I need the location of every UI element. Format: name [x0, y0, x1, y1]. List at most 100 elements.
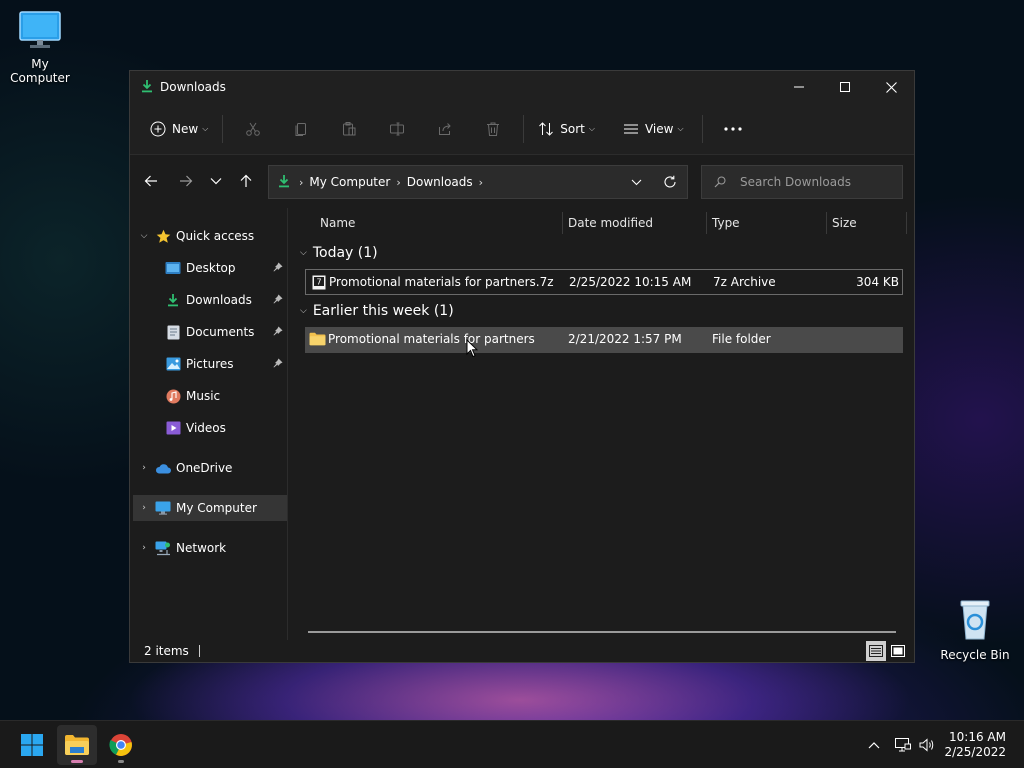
minimize-button[interactable] [776, 71, 822, 103]
expand-chevron-icon[interactable]: › [133, 503, 155, 513]
sidebar-item-music[interactable]: Music [133, 383, 287, 409]
sidebar-item-pictures[interactable]: Pictures [133, 351, 287, 377]
toolbar-separator [523, 114, 525, 143]
column-divider[interactable] [562, 212, 563, 234]
expand-chevron-icon[interactable]: › [133, 463, 155, 473]
recent-locations-button[interactable] [201, 166, 231, 196]
more-options-button[interactable] [709, 113, 757, 145]
refresh-button[interactable] [653, 166, 687, 198]
sidebar-item-desktop[interactable]: Desktop [133, 255, 287, 281]
paste-button[interactable] [325, 113, 373, 145]
show-hidden-icons-button[interactable] [864, 741, 884, 749]
breadcrumb-downloads[interactable]: Downloads [407, 175, 473, 189]
column-divider[interactable] [906, 212, 907, 234]
mouse-cursor-icon [466, 338, 479, 361]
pin-icon [273, 358, 283, 371]
title-bar[interactable]: Downloads [130, 71, 914, 103]
music-icon [165, 388, 181, 404]
taskbar-file-explorer[interactable] [57, 725, 97, 765]
chevron-down-icon: ⌵ [588, 123, 595, 133]
column-divider[interactable] [706, 212, 707, 234]
refresh-icon [664, 175, 676, 188]
sidebar-item-documents[interactable]: Documents [133, 319, 287, 345]
start-button[interactable] [12, 725, 52, 765]
tiles-view-button[interactable] [888, 641, 908, 661]
sidebar-item-downloads[interactable]: Downloads [133, 287, 287, 313]
copy-button[interactable] [277, 113, 325, 145]
cloud-icon [155, 460, 171, 476]
new-button[interactable]: New ⌵ [142, 113, 216, 145]
column-header-size[interactable]: Size [832, 208, 857, 238]
folder-row[interactable]: Promotional materials for partners 2/21/… [305, 327, 903, 353]
sidebar-item-label: OneDrive [176, 461, 233, 475]
cut-button[interactable] [229, 113, 277, 145]
window-title: Downloads [160, 80, 226, 94]
chevron-down-icon [631, 179, 641, 185]
column-header-date-modified[interactable]: Date modified [568, 208, 653, 238]
desktop-icon-my-computer[interactable]: My Computer [0, 10, 80, 85]
file-row[interactable]: 7 Promotional materials for partners.7z … [305, 269, 903, 295]
view-button-label: View [644, 121, 674, 136]
running-indicator [71, 760, 83, 763]
desktop-folder-icon [165, 260, 181, 276]
column-header-name[interactable]: Name [320, 208, 355, 238]
back-button[interactable] [136, 166, 166, 196]
sort-icon [539, 121, 554, 136]
share-button[interactable] [421, 113, 469, 145]
expand-chevron-icon[interactable]: › [133, 543, 155, 553]
taskbar-chrome[interactable] [101, 725, 141, 765]
horizontal-scrollbar[interactable] [308, 631, 896, 633]
file-date: 2/25/2022 10:15 AM [569, 275, 692, 289]
svg-text:7: 7 [316, 277, 321, 286]
maximize-button[interactable] [822, 71, 868, 103]
trash-icon [487, 122, 500, 136]
sidebar-item-label: Desktop [186, 261, 236, 275]
group-header-today[interactable]: ⌵ Today (1) [300, 245, 378, 261]
file-explorer-window: Downloads New ⌵ Sort ⌵ View ⌵ › My Compu… [129, 70, 915, 663]
address-history-button[interactable] [619, 166, 653, 198]
volume-button[interactable] [916, 738, 938, 752]
sidebar-item-label: Videos [186, 421, 226, 435]
network-status-button[interactable] [890, 738, 916, 752]
breadcrumb-my-computer[interactable]: My Computer [309, 175, 390, 189]
pin-icon [273, 294, 283, 307]
windows-logo-icon [21, 734, 43, 756]
expand-chevron-icon[interactable]: ⌵ [133, 231, 155, 241]
rename-button[interactable] [373, 113, 421, 145]
sidebar-item-quick-access[interactable]: ⌵ Quick access [133, 223, 287, 249]
archive-icon: 7 [312, 270, 326, 294]
arrow-left-icon [144, 175, 157, 187]
group-header-earlier-this-week[interactable]: ⌵ Earlier this week (1) [300, 303, 454, 319]
sidebar-item-label: Music [186, 389, 221, 403]
monitor-icon [0, 10, 80, 53]
sidebar-item-label: My Computer [176, 501, 257, 515]
system-tray [864, 721, 938, 768]
details-view-button[interactable] [866, 641, 886, 661]
chrome-icon [109, 734, 132, 756]
column-divider[interactable] [826, 212, 827, 234]
arrow-right-icon [180, 175, 193, 187]
desktop-icon-recycle-bin[interactable]: Recycle Bin [935, 597, 1015, 662]
details-view-icon [869, 645, 883, 657]
ethernet-icon [895, 738, 911, 752]
clock-time: 10:16 AM [949, 730, 1006, 744]
view-button[interactable]: View ⌵ [615, 113, 692, 145]
address-bar[interactable]: › My Computer › Downloads › [268, 165, 688, 199]
network-icon [155, 540, 171, 556]
up-button[interactable] [231, 166, 261, 196]
close-button[interactable] [868, 71, 914, 103]
sidebar-item-network[interactable]: › Network [133, 535, 287, 561]
sidebar-item-my-computer[interactable]: › My Computer [133, 495, 287, 521]
downloads-icon [165, 292, 181, 308]
sort-button[interactable]: Sort ⌵ [530, 113, 603, 145]
running-indicator [118, 760, 124, 763]
pin-icon [273, 326, 283, 339]
sidebar-item-videos[interactable]: Videos [133, 415, 287, 441]
column-header-type[interactable]: Type [712, 208, 740, 238]
forward-button[interactable] [171, 166, 201, 196]
chevron-down-icon: ⌵ [202, 123, 209, 133]
sidebar-item-onedrive[interactable]: › OneDrive [133, 455, 287, 481]
clock[interactable]: 10:16 AM 2/25/2022 [944, 730, 1006, 760]
delete-button[interactable] [469, 113, 517, 145]
search-input[interactable]: Search Downloads [701, 165, 903, 199]
